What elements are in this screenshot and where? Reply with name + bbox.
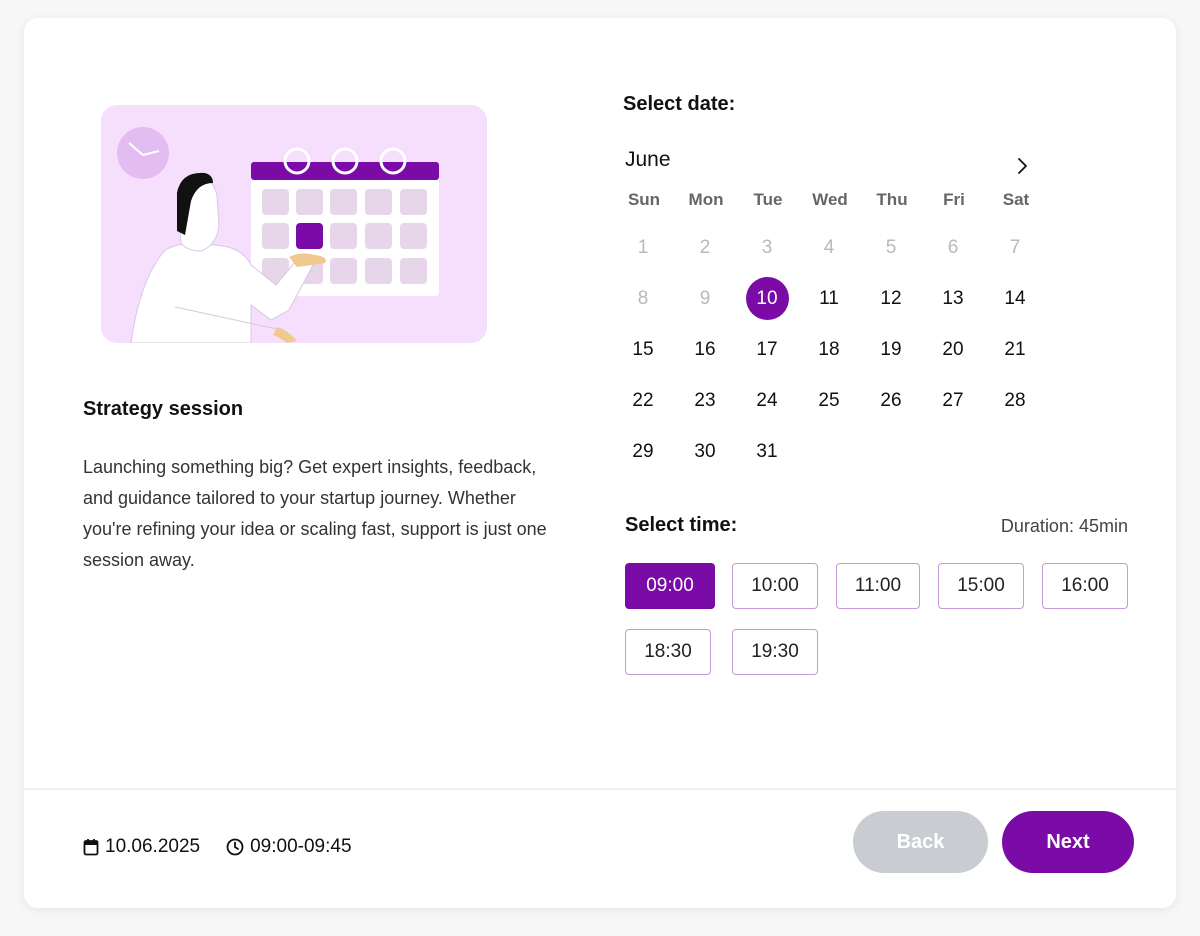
month-label: June <box>625 148 671 171</box>
calendar-day[interactable]: 19 <box>860 324 922 375</box>
calendar-day: 1 <box>637 236 649 258</box>
calendar-day: 4 <box>823 236 835 258</box>
select-time-heading: Select time: <box>625 514 738 536</box>
time-slot-0900[interactable]: 09:00 <box>625 563 715 609</box>
calendar-day: 2 <box>699 236 711 258</box>
calendar-day[interactable]: 18 <box>798 324 860 375</box>
calendar-day: 8 <box>637 287 649 309</box>
calendar-icon <box>83 839 99 856</box>
time-slot-1830[interactable]: 18:30 <box>625 629 711 675</box>
calendar-day[interactable]: 16 <box>674 324 736 375</box>
calendar-day[interactable]: 15 <box>612 324 674 375</box>
calendar-day[interactable]: 28 <box>984 375 1046 426</box>
calendar-day: 5 <box>885 236 897 258</box>
summary-time-text: 09:00-09:45 <box>250 836 352 857</box>
weekday-thu: Thu <box>876 190 908 209</box>
weekday-fri: Fri <box>943 190 965 209</box>
time-slot-1600[interactable]: 16:00 <box>1042 563 1128 609</box>
calendar-day[interactable]: 12 <box>860 273 922 324</box>
calendar-day[interactable]: 30 <box>674 426 736 477</box>
calendar-day[interactable]: 31 <box>736 426 798 477</box>
summary-date: 10.06.2025 <box>83 836 200 858</box>
weekday-sun: Sun <box>627 190 661 209</box>
calendar-days: 1 2 3 4 5 6 7 8 9 10 11 12 13 14 15 16 1… <box>612 222 1046 477</box>
weekday-header: Sun Mon Tue Wed Thu Fri Sat <box>613 190 1047 210</box>
session-title: Strategy session <box>83 398 244 420</box>
booking-card: Strategy session Launching something big… <box>24 18 1176 908</box>
booking-summary: 10.06.2025 09:00-09:45 <box>83 836 378 858</box>
calendar-day[interactable]: 22 <box>612 375 674 426</box>
time-slot-1500[interactable]: 15:00 <box>938 563 1024 609</box>
calendar-day[interactable]: 21 <box>984 324 1046 375</box>
calendar-day: 9 <box>699 287 711 309</box>
time-slot-1930[interactable]: 19:30 <box>732 629 818 675</box>
weekday-mon: Mon <box>688 190 724 209</box>
weekday-tue: Tue <box>753 190 783 209</box>
calendar-day[interactable]: 17 <box>736 324 798 375</box>
calendar-day[interactable]: 13 <box>922 273 984 324</box>
next-month-button[interactable] <box>1008 152 1036 180</box>
next-button[interactable]: Next <box>1002 811 1134 873</box>
calendar-day[interactable]: 26 <box>860 375 922 426</box>
weekday-wed: Wed <box>812 190 848 209</box>
calendar-illustration <box>101 105 487 343</box>
calendar-day: 3 <box>761 236 773 258</box>
select-date-heading: Select date: <box>623 93 736 115</box>
calendar-day[interactable]: 14 <box>984 273 1046 324</box>
calendar-day[interactable]: 25 <box>798 375 860 426</box>
summary-time: 09:00-09:45 <box>226 836 352 858</box>
calendar-day[interactable]: 23 <box>674 375 736 426</box>
calendar-day: 7 <box>1009 236 1021 258</box>
footer-divider <box>24 788 1176 790</box>
calendar-day[interactable]: 24 <box>736 375 798 426</box>
summary-date-text: 10.06.2025 <box>105 836 201 857</box>
calendar-day[interactable]: 29 <box>612 426 674 477</box>
chevron-right-icon <box>1018 158 1027 174</box>
clock-icon <box>226 838 244 856</box>
weekday-sat: Sat <box>1002 190 1030 209</box>
calendar-day[interactable]: 11 <box>798 273 860 324</box>
time-slot-1100[interactable]: 11:00 <box>836 563 920 609</box>
calendar-day: 6 <box>947 236 959 258</box>
calendar-day[interactable]: 20 <box>922 324 984 375</box>
time-slot-1000[interactable]: 10:00 <box>732 563 818 609</box>
session-description: Launching something big? Get expert insi… <box>83 457 547 570</box>
duration-label: Duration: 45min <box>1000 516 1128 536</box>
calendar-day-selected[interactable]: 10 <box>736 273 798 324</box>
calendar-day[interactable]: 27 <box>922 375 984 426</box>
back-button[interactable]: Back <box>853 811 988 873</box>
